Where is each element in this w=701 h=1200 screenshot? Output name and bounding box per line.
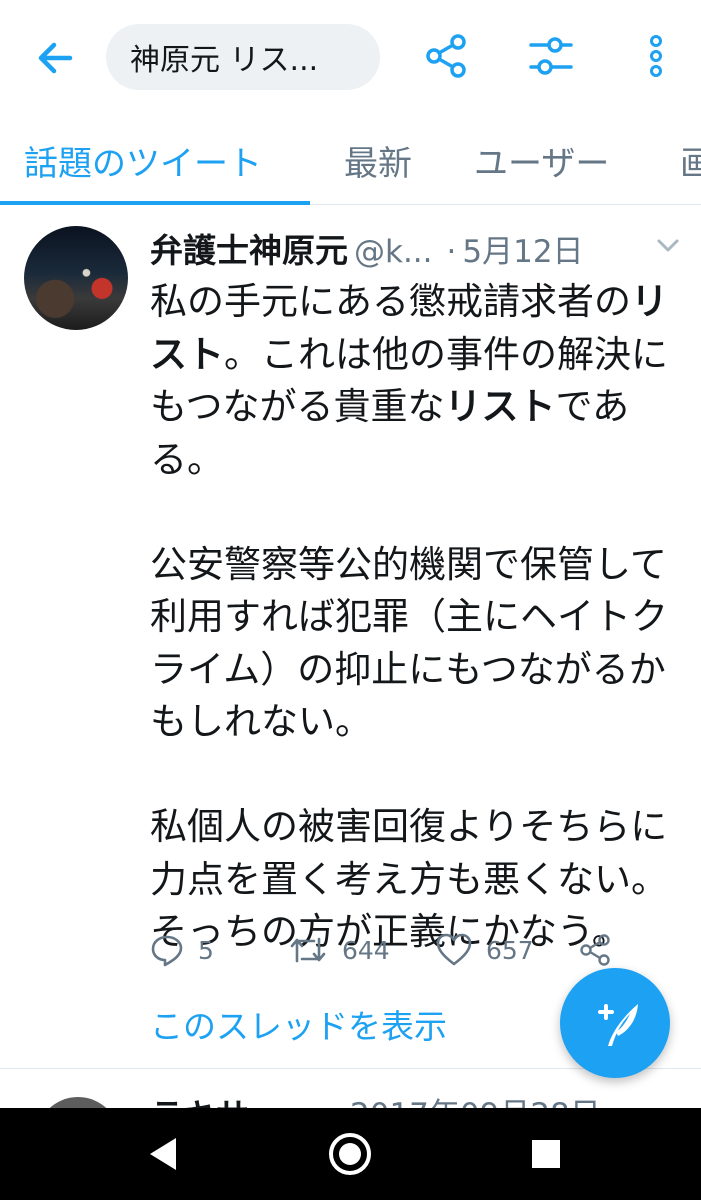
retweet-icon xyxy=(290,937,326,963)
active-tab-indicator xyxy=(0,201,310,205)
nav-recents-icon[interactable] xyxy=(522,1130,570,1178)
tweet-text-run: ライム）の抑止にもつながるか xyxy=(150,647,666,691)
tab-top-tweets[interactable]: 話題のツイート xyxy=(24,136,262,185)
tweet-text-run: 私個人の被害回復よりそちらに xyxy=(150,805,668,848)
tab-users[interactable]: ユーザー xyxy=(474,136,609,185)
search-field[interactable]: 神原元 リス... xyxy=(106,24,380,90)
tweet-text-line: 力点を置く考え方も悪くない。 xyxy=(150,854,690,907)
tweet-text-run: 力点を置く考え方も悪くない。 xyxy=(150,857,668,901)
search-term-highlight: リ xyxy=(631,280,668,323)
reply-button[interactable]: 5 xyxy=(150,928,214,972)
header-separator: · xyxy=(446,234,457,270)
tweet-text-line: 私の手元にある懲戒請求者のリ xyxy=(150,276,690,329)
share-icon xyxy=(580,934,610,966)
tweet-date: 5月12日 xyxy=(462,234,584,270)
retweet-count: 644 xyxy=(342,935,390,965)
tweet-text-line: 利用すれば犯罪（主にヘイトク xyxy=(150,591,690,644)
tweet-text-run: 利用すれば犯罪（主にヘイトク xyxy=(150,595,668,638)
next-author-name[interactable]: ラキサ xyxy=(150,1089,249,1109)
author-name[interactable]: 弁護士神原元 xyxy=(150,231,348,270)
author-handle: @k... xyxy=(354,234,433,270)
tweet-text-line: スト。これは他の事件の解決に xyxy=(150,329,690,382)
tweet-text-line: る。 xyxy=(150,434,690,487)
like-count: 657 xyxy=(486,935,534,965)
tweet-text-line xyxy=(150,749,690,802)
top-app-bar: 神原元 リス... xyxy=(0,0,701,118)
tweet-text-line: もつながる貴重なリストであ xyxy=(150,381,690,434)
compose-tweet-button[interactable] xyxy=(560,968,670,1078)
tweet-text: 私の手元にある懲戒請求者のリ スト。これは他の事件の解決に もつながる貴重なリストで… xyxy=(150,276,690,959)
search-tabs: 話題のツイート 最新 ユーザー 画 xyxy=(0,118,701,205)
tweet-text-line: 私個人の被害回復よりそちらに xyxy=(150,801,690,854)
back-arrow-icon[interactable] xyxy=(30,32,82,84)
like-heart-icon xyxy=(436,933,472,966)
tab-media[interactable]: 画 xyxy=(680,136,701,185)
system-navigation-bar xyxy=(0,1108,701,1200)
search-term-highlight: スト xyxy=(150,332,224,376)
tweet-text-line xyxy=(150,486,690,539)
reply-icon xyxy=(151,935,183,967)
tweet-header: 弁護士神原元 @k... · 5月12日 xyxy=(150,224,690,274)
retweet-button[interactable]: 644 xyxy=(288,928,390,972)
tweet-text-run: る。 xyxy=(150,437,224,481)
show-thread-link[interactable]: このスレッドを表示 xyxy=(150,1000,447,1048)
nav-home-icon[interactable] xyxy=(326,1130,374,1178)
tweet-text-line: ライム）の抑止にもつながるか xyxy=(150,644,690,697)
search-query: 神原元 リス... xyxy=(130,43,319,78)
tweet-text-line: もしれない。 xyxy=(150,696,690,749)
tweet-card[interactable]: 弁護士神原元 @k... · 5月12日 私の手元にある懲戒請求者のリ スト。これは他の… xyxy=(0,206,701,1066)
search-term-highlight: リスト xyxy=(444,385,556,428)
tab-latest[interactable]: 最新 xyxy=(344,136,412,185)
tweet-text-run: 。これは他の事件の解決に xyxy=(224,332,668,376)
tweet-share-button[interactable] xyxy=(578,928,612,972)
tweet-text-run: 私の手元にある懲戒請求者の xyxy=(150,280,631,323)
nav-back-icon[interactable] xyxy=(140,1130,188,1178)
tweet-text-run: 公安警察等公的機関で保管して xyxy=(150,542,667,586)
share-icon[interactable] xyxy=(420,30,472,82)
tweet-text-run: であ xyxy=(555,385,630,428)
tweet-text-run: もしれない。 xyxy=(150,700,372,743)
tweet-text-line: 公安警察等公的機関で保管して xyxy=(150,539,690,592)
compose-feather-icon xyxy=(598,1004,638,1046)
tweet-text-run: もつながる貴重な xyxy=(150,385,445,428)
reply-count: 5 xyxy=(198,935,214,965)
more-vertical-icon[interactable] xyxy=(630,30,682,82)
like-button[interactable]: 657 xyxy=(436,928,534,972)
avatar[interactable] xyxy=(24,226,128,330)
filter-sliders-icon[interactable] xyxy=(525,30,577,82)
chevron-down-icon[interactable] xyxy=(656,236,680,256)
next-tweet-date: 2017年09月28日 xyxy=(350,1089,601,1109)
